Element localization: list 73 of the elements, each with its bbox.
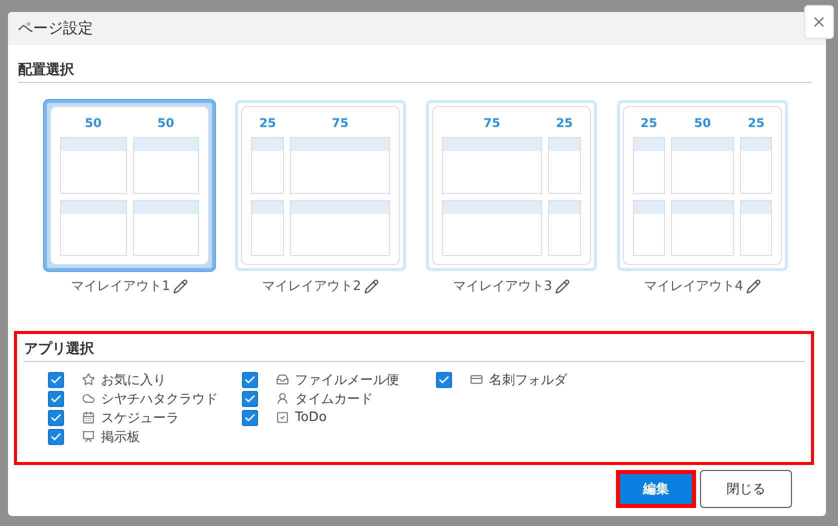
panel-placeholder — [670, 200, 734, 256]
column-width-label: 50 — [84, 115, 103, 131]
tray-icon — [276, 373, 289, 386]
layout-name: マイレイアウト1 — [70, 278, 170, 295]
column-width-label: 75 — [482, 115, 502, 131]
app-label: スケジューラ — [101, 410, 179, 426]
card-icon — [470, 373, 483, 386]
app-label: シヤチハタクラウド — [101, 390, 218, 408]
column-width-label: 25 — [555, 115, 574, 131]
app-label: 名刺フォルダ — [489, 372, 567, 388]
app-label: タイムカード — [295, 390, 373, 408]
edit-icon[interactable] — [746, 278, 762, 294]
column-width-label: 75 — [330, 115, 350, 131]
app-label: 掲示板 — [101, 428, 140, 446]
checkmark-icon — [244, 412, 256, 424]
checkbox[interactable] — [48, 390, 64, 406]
layout-name: マイレイアウト4 — [644, 278, 744, 295]
panel-placeholder — [670, 137, 734, 194]
panel-placeholder — [740, 137, 772, 194]
checkmark-icon — [50, 430, 62, 442]
star-icon — [82, 373, 95, 386]
board-icon — [82, 430, 95, 443]
section-heading: 配置選択 — [18, 62, 74, 78]
panel-placeholder — [132, 200, 199, 256]
panel-placeholder — [251, 137, 284, 194]
checkbox[interactable] — [242, 390, 258, 406]
layout-name: マイレイアウト3 — [452, 278, 552, 295]
edit-icon[interactable] — [555, 278, 570, 294]
close-dialog-button[interactable]: 閉じる — [700, 470, 792, 508]
checkbox[interactable] — [48, 428, 64, 444]
panel-placeholder — [548, 200, 581, 256]
layout-option[interactable]: 25 75 — [235, 100, 406, 271]
checkmark-icon — [438, 374, 450, 386]
checkbox[interactable] — [242, 372, 258, 388]
calendar-icon — [82, 411, 95, 424]
panel-placeholder — [633, 200, 665, 256]
checkmark-icon — [50, 412, 62, 424]
edit-button[interactable]: 編集 — [616, 470, 696, 508]
panel-placeholder — [740, 200, 772, 256]
close-button[interactable] — [804, 5, 834, 39]
panel-placeholder — [132, 137, 199, 194]
panel-placeholder — [60, 137, 126, 194]
section-heading: アプリ選択 — [24, 341, 94, 357]
checkbox[interactable] — [48, 410, 64, 426]
todo-icon — [276, 411, 289, 424]
dialog-title: ページ設定 — [18, 19, 93, 38]
checkbox[interactable] — [48, 372, 64, 388]
column-width-label: 50 — [156, 115, 176, 131]
edit-icon[interactable] — [173, 278, 188, 294]
app-label: お気に入り — [101, 372, 166, 388]
checkmark-icon — [50, 392, 62, 404]
layout-option[interactable]: 75 25 — [426, 100, 597, 271]
column-width-label: 25 — [640, 115, 658, 131]
column-width-label: 25 — [258, 115, 277, 131]
checkbox[interactable] — [242, 410, 258, 426]
checkmark-icon — [244, 374, 256, 386]
app-label: ToDo — [295, 410, 327, 425]
layout-name: マイレイアウト2 — [262, 278, 362, 295]
checkmark-icon — [50, 374, 62, 386]
edit-icon[interactable] — [364, 278, 380, 294]
checkbox[interactable] — [436, 372, 452, 388]
layout-option[interactable]: 50 50 — [44, 100, 215, 271]
column-width-label: 25 — [746, 115, 766, 131]
panel-placeholder — [251, 200, 284, 256]
person-icon — [276, 392, 289, 405]
layout-option[interactable]: 25 50 25 — [617, 100, 788, 271]
checkmark-icon — [244, 392, 256, 404]
column-width-label: 50 — [693, 115, 712, 131]
panel-placeholder — [633, 137, 665, 194]
panel-placeholder — [60, 200, 126, 256]
cloud-icon — [82, 392, 95, 405]
panel-placeholder — [548, 137, 581, 194]
app-label: ファイルメール便 — [295, 372, 399, 388]
